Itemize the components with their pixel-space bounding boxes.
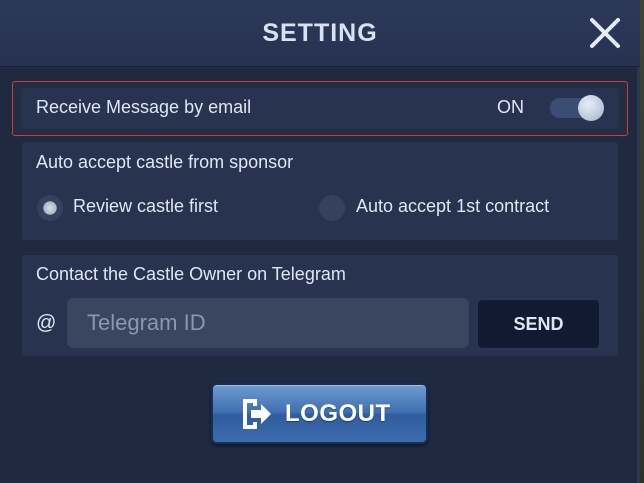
logout-door-icon	[243, 399, 271, 429]
close-icon	[590, 18, 620, 48]
close-button[interactable]	[583, 15, 627, 51]
logout-label: LOGOUT	[285, 400, 391, 427]
radio-review-castle-first-label[interactable]: Review castle first	[73, 196, 218, 217]
radio-auto-accept-1st-contract[interactable]	[319, 195, 345, 221]
telegram-at-prefix: @	[36, 312, 57, 334]
telegram-label: Contact the Castle Owner on Telegram	[36, 264, 346, 284]
logout-button[interactable]: LOGOUT	[211, 383, 428, 444]
auto-accept-label: Auto accept castle from sponsor	[36, 152, 294, 172]
email-setting-label: Receive Message by email	[36, 97, 252, 117]
telegram-id-input[interactable]	[67, 298, 469, 348]
panel-header: SETTING	[0, 0, 640, 67]
radio-review-castle-first[interactable]	[37, 195, 63, 221]
settings-panel: SETTING Receive Message by email ON Auto…	[0, 0, 640, 483]
email-toggle-switch[interactable]	[550, 95, 604, 121]
toggle-knob	[578, 95, 604, 121]
send-button[interactable]: SEND	[477, 299, 600, 349]
email-toggle-state: ON	[497, 97, 524, 117]
radio-auto-accept-1st-contract-label[interactable]: Auto accept 1st contract	[356, 196, 549, 217]
page-title: SETTING	[262, 19, 378, 47]
